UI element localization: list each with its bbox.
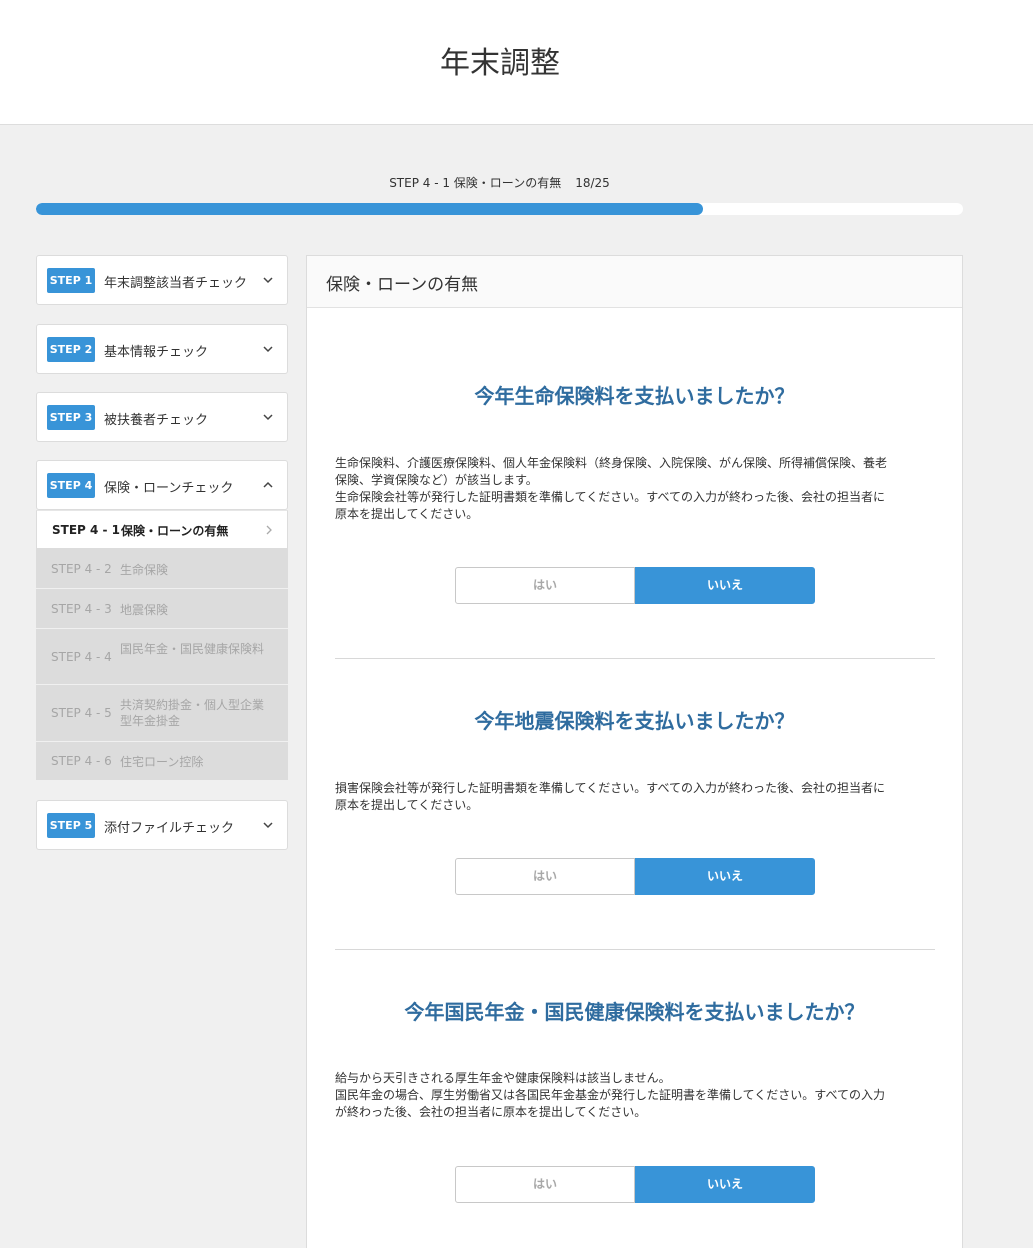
desc-line: 生命保険会社等が発行した証明書類を準備してください。すべての入力が終わった後、会…: [335, 490, 885, 504]
no-button[interactable]: いいえ: [635, 858, 815, 895]
question-desc-life-insurance: 生命保険料、介護医療保険料、個人年金保険料（終身保険、入院保険、がん保険、所得補…: [335, 455, 931, 523]
step-badge: STEP 2: [47, 337, 95, 362]
step-badge: STEP 4: [47, 473, 95, 498]
progress-label: STEP 4 - 1 保険・ローンの有無 18/25: [36, 174, 963, 191]
chevron-right-icon: [266, 525, 272, 535]
yes-no-toggle-life-insurance: はい いいえ: [455, 567, 815, 604]
step-label: 基本情報チェック: [104, 345, 209, 360]
yes-button[interactable]: はい: [455, 567, 635, 604]
desc-line: 国民年金の場合、厚生労働省又は各国民年金基金が発行した証明書を準備してください。…: [335, 1088, 885, 1102]
sidebar-step-3[interactable]: STEP 3 被扶養者チェック: [36, 392, 288, 442]
substep-4-5: STEP 4 - 5 共済契約掛金・個人型企業型年金掛金: [36, 685, 288, 742]
chevron-down-icon: [263, 414, 273, 421]
substep-name: 共済契約掛金・個人型企業型年金掛金: [120, 698, 265, 728]
progress-step-label: STEP 4 - 1 保険・ローンの有無: [389, 176, 562, 190]
step-label: 被扶養者チェック: [104, 413, 209, 428]
yes-button[interactable]: はい: [455, 858, 635, 895]
step-badge: STEP 5: [47, 813, 95, 838]
substep-4-6: STEP 4 - 6 住宅ローン控除: [36, 742, 288, 781]
no-button[interactable]: いいえ: [635, 567, 815, 604]
step-badge: STEP 3: [47, 405, 95, 430]
substep-name: 地震保険: [120, 603, 169, 617]
main-panel: 保険・ローンの有無 今年生命保険料を支払いましたか？ 生命保険料、介護医療保険料…: [306, 255, 963, 1248]
substep-name: 保険・ローンの有無: [121, 524, 229, 538]
chevron-up-icon: [263, 481, 273, 488]
question-title-life-insurance: 今年生命保険料を支払いましたか？: [474, 384, 795, 408]
substep-name: 住宅ローン控除: [120, 755, 204, 769]
substep-number: STEP 4 - 4: [51, 650, 112, 664]
substep-number: STEP 4 - 1: [52, 523, 121, 537]
substep-4-2: STEP 4 - 2 生命保険: [36, 549, 288, 589]
substep-name: 国民年金・国民健康保険料: [120, 642, 265, 656]
desc-line: 保険、学資保険など）が該当します。: [335, 473, 538, 487]
sidebar-step-4[interactable]: STEP 4 保険・ローンチェック: [36, 460, 288, 510]
yes-no-toggle-earthquake-insurance: はい いいえ: [455, 858, 815, 895]
question-desc-earthquake-insurance: 損害保険会社等が発行した証明書類を準備してください。すべての入力が終わった後、会…: [335, 780, 931, 814]
progress-bar: [36, 203, 963, 215]
desc-line: 損害保険会社等が発行した証明書類を準備してください。すべての入力が終わった後、会…: [335, 781, 885, 795]
substep-4-1[interactable]: STEP 4 - 1 保険・ローンの有無: [36, 510, 288, 549]
desc-line: が終わった後、会社の担当者に原本を提出してください。: [335, 1105, 647, 1119]
divider: [335, 949, 935, 950]
app-header: 年末調整: [0, 0, 1033, 125]
yes-no-toggle-national-pension: はい いいえ: [455, 1166, 815, 1203]
panel-header: 保険・ローンの有無: [307, 256, 962, 308]
step-label: 保険・ローンチェック: [104, 481, 234, 496]
substep-number: STEP 4 - 3: [51, 602, 112, 616]
substep-name: 生命保険: [120, 563, 169, 577]
progress-bar-fill: [36, 203, 704, 215]
chevron-down-icon: [263, 346, 273, 353]
sidebar-step-5[interactable]: STEP 5 添付ファイルチェック: [36, 800, 288, 850]
desc-line: 原本を提出してください。: [335, 507, 479, 521]
sidebar-step-2[interactable]: STEP 2 基本情報チェック: [36, 324, 288, 374]
substep-number: STEP 4 - 6: [51, 754, 112, 768]
desc-line: 給与から天引きされる厚生年金や健康保険料は該当しません。: [335, 1071, 671, 1085]
desc-line: 原本を提出してください。: [335, 798, 479, 812]
question-desc-national-pension: 給与から天引きされる厚生年金や健康保険料は該当しません。 国民年金の場合、厚生労…: [335, 1070, 931, 1121]
step-label: 年末調整該当者チェック: [104, 276, 248, 291]
sidebar-step-1[interactable]: STEP 1 年末調整該当者チェック: [36, 255, 288, 305]
substep-4-4: STEP 4 - 4 国民年金・国民健康保険料: [36, 629, 288, 685]
page-title: 年末調整: [440, 46, 560, 81]
step-label: 添付ファイルチェック: [104, 821, 235, 836]
chevron-down-icon: [263, 822, 273, 829]
substep-number: STEP 4 - 5: [51, 706, 112, 720]
divider: [335, 658, 935, 659]
step-badge: STEP 1: [47, 268, 95, 293]
panel-title: 保険・ローンの有無: [326, 275, 479, 295]
chevron-down-icon: [263, 277, 273, 284]
no-button[interactable]: いいえ: [635, 1166, 815, 1203]
question-title-national-pension: 今年国民年金・国民健康保険料を支払いましたか？: [404, 1000, 865, 1024]
question-title-earthquake-insurance: 今年地震保険料を支払いましたか？: [474, 709, 795, 733]
desc-line: 生命保険料、介護医療保険料、個人年金保険料（終身保険、入院保険、がん保険、所得補…: [335, 456, 888, 470]
progress-count: 18/25: [575, 176, 610, 190]
substep-number: STEP 4 - 2: [51, 562, 112, 576]
substep-4-3: STEP 4 - 3 地震保険: [36, 589, 288, 629]
yes-button[interactable]: はい: [455, 1166, 635, 1203]
